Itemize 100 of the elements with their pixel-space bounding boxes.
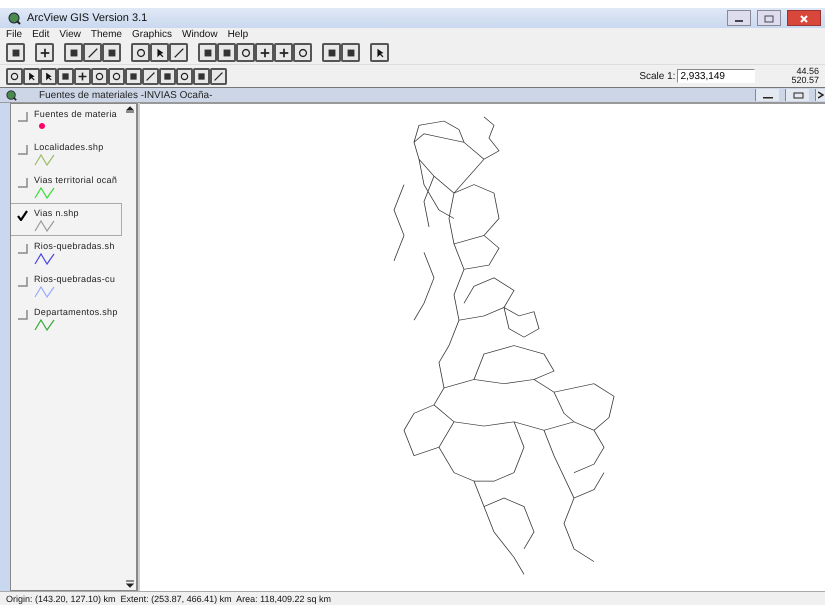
- circle-icon: [134, 46, 146, 58]
- checkbox[interactable]: [17, 243, 28, 254]
- tool-button[interactable]: [23, 68, 40, 84]
- maximize-button[interactable]: [757, 10, 781, 26]
- line-symbol-icon: [34, 154, 56, 166]
- scroll-up-icon[interactable]: [124, 106, 136, 114]
- toolbar-button[interactable]: [83, 43, 102, 62]
- theme-name: Departamentos.shp: [34, 307, 118, 317]
- theme-entry[interactable]: Localidades.shp: [11, 137, 136, 170]
- square-icon: [60, 70, 71, 82]
- tool-button[interactable]: [40, 68, 57, 84]
- checkbox[interactable]: [17, 177, 28, 188]
- checkmark-icon[interactable]: [17, 210, 28, 221]
- scale-field[interactable]: 2,933,149: [677, 69, 756, 83]
- tool-button[interactable]: [108, 68, 125, 84]
- toolbar-button[interactable]: [35, 43, 54, 62]
- toolbar-button[interactable]: [6, 43, 25, 62]
- minimize-button[interactable]: [755, 89, 779, 101]
- theme-name: Vias territorial ocañ: [34, 175, 118, 185]
- menu-item[interactable]: File: [6, 29, 22, 40]
- theme-entry[interactable]: Departamentos.shp: [11, 302, 136, 335]
- theme-name: Rios-quebradas-cu: [34, 274, 116, 284]
- toolbar-button[interactable]: [169, 43, 188, 62]
- restore-button[interactable]: [785, 89, 809, 101]
- menu-item[interactable]: Graphics: [132, 29, 172, 40]
- toolbar-button[interactable]: [150, 43, 169, 62]
- menu-item[interactable]: Help: [228, 29, 248, 40]
- tool-button[interactable]: [91, 68, 108, 84]
- square-icon: [202, 46, 214, 58]
- view-title: Fuentes de materiales -INVIAS Ocaña-: [39, 90, 214, 100]
- checkbox[interactable]: [17, 309, 28, 320]
- circle-icon: [179, 70, 190, 82]
- plus-icon: [38, 46, 50, 58]
- tool-button[interactable]: [74, 68, 91, 84]
- menu-item[interactable]: Theme: [90, 29, 122, 40]
- maximize-icon: [764, 15, 774, 23]
- toolbar-button[interactable]: [370, 43, 389, 62]
- tool-button[interactable]: [193, 68, 210, 84]
- arrow-icon: [43, 70, 54, 82]
- circle-icon: [296, 46, 308, 58]
- toolbar-button[interactable]: [102, 43, 121, 62]
- square-icon: [326, 46, 338, 58]
- tool-button[interactable]: [142, 68, 159, 84]
- line-icon: [172, 46, 184, 58]
- toolbar-button[interactable]: [217, 43, 236, 62]
- status-text: Origin: (143.20, 127.10) km Extent: (253.87, 466.41) km Area: 118,409.22 sq km: [6, 594, 332, 604]
- menu-item[interactable]: Window: [182, 29, 218, 40]
- square-icon: [10, 46, 22, 58]
- coordinate-readout: 520.57: [791, 76, 819, 85]
- square-icon: [344, 46, 356, 58]
- line-symbol-icon: [34, 319, 56, 331]
- checkbox[interactable]: [17, 276, 28, 287]
- menu-item[interactable]: View: [59, 29, 81, 40]
- tool-button[interactable]: [159, 68, 176, 84]
- plus-icon: [77, 70, 88, 82]
- close-icon: [799, 15, 809, 23]
- square-icon: [220, 46, 232, 58]
- toolbar-button[interactable]: [293, 43, 312, 62]
- circle-icon: [94, 70, 105, 82]
- toolbar-button[interactable]: [255, 43, 274, 62]
- square-icon: [106, 46, 118, 58]
- circle-icon: [9, 70, 20, 82]
- minimize-button[interactable]: [727, 10, 751, 26]
- checkbox[interactable]: [17, 144, 28, 155]
- toolbar-button[interactable]: [131, 43, 150, 62]
- scroll-down-icon[interactable]: [124, 579, 136, 589]
- theme-entry[interactable]: Rios-quebradas-cu: [11, 269, 136, 302]
- plus-icon: [278, 46, 290, 58]
- restore-icon: [792, 91, 804, 99]
- tool-button[interactable]: [6, 68, 23, 84]
- toolbar-button[interactable]: [236, 43, 255, 62]
- circle-icon: [240, 46, 252, 58]
- tool-button[interactable]: [57, 68, 74, 84]
- theme-entry[interactable]: Vias territorial ocañ: [11, 170, 136, 203]
- arrow-icon: [26, 70, 37, 82]
- menu-item[interactable]: Edit: [32, 29, 50, 40]
- window-title: ArcView GIS Version 3.1: [27, 12, 148, 24]
- toolbar-button[interactable]: [64, 43, 83, 62]
- toolbar-button[interactable]: [341, 43, 360, 62]
- theme-entry[interactable]: Fuentes de materia: [11, 104, 136, 137]
- line-symbol-icon: [34, 220, 56, 232]
- theme-name: Fuentes de materia: [34, 109, 117, 119]
- close-button[interactable]: [815, 89, 825, 101]
- square-icon: [196, 70, 207, 82]
- toolbar-button[interactable]: [322, 43, 341, 62]
- toolbar-button[interactable]: [198, 43, 217, 62]
- tool-button[interactable]: [125, 68, 142, 84]
- theme-entry[interactable]: Rios-quebradas.sh: [11, 236, 136, 269]
- tool-button[interactable]: [176, 68, 193, 84]
- point-symbol-icon: [38, 122, 46, 130]
- toolbar-button[interactable]: [274, 43, 293, 62]
- checkbox[interactable]: [17, 111, 28, 122]
- line-symbol-icon: [34, 187, 56, 199]
- tool-button[interactable]: [210, 68, 227, 84]
- close-button[interactable]: [787, 10, 821, 26]
- theme-entry[interactable]: Vias n.shp: [11, 203, 122, 236]
- line-icon: [213, 70, 224, 82]
- theme-name: Vias n.shp: [34, 208, 79, 218]
- scale-label: Scale 1:: [639, 70, 676, 82]
- globe-icon: [8, 12, 21, 24]
